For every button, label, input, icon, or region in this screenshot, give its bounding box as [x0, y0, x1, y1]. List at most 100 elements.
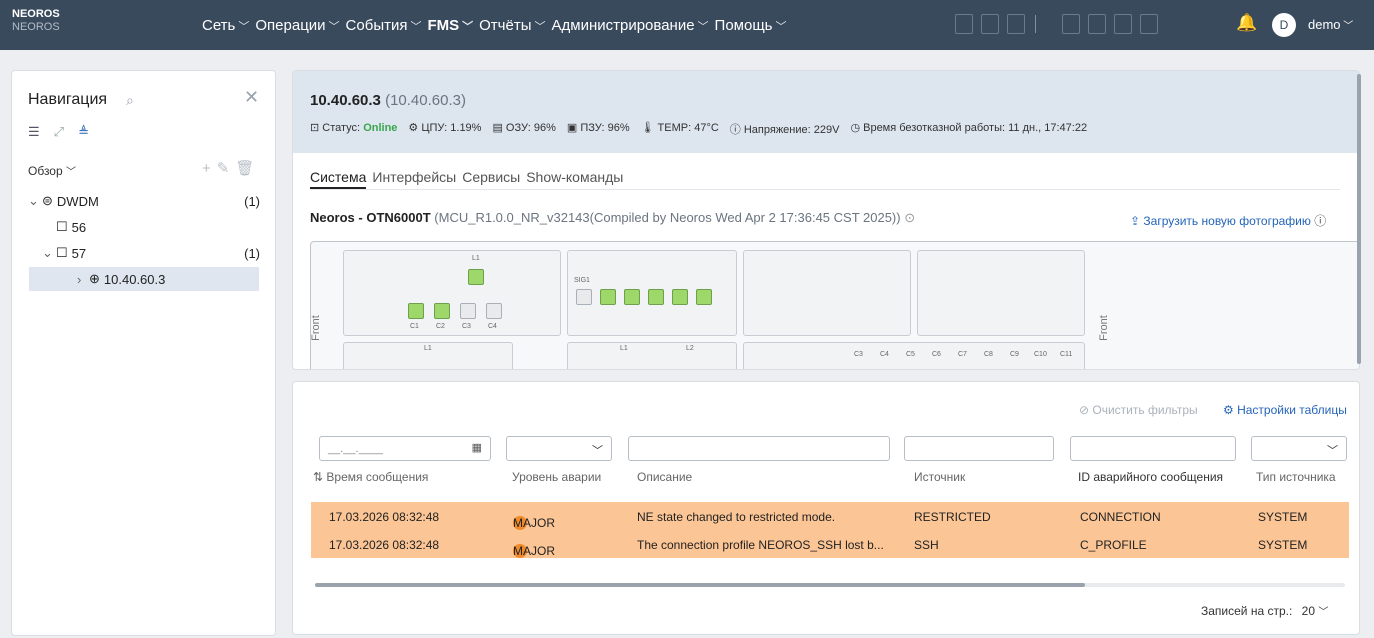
source-filter-input[interactable]: [904, 436, 1054, 461]
device-model: Neoros - OTN6000T (MCU_R1.0.0_NR_v32143(…: [310, 210, 916, 225]
menu-fms[interactable]: FMS ﹀: [427, 17, 473, 34]
map-icon[interactable]: [981, 14, 999, 34]
port-c3[interactable]: [460, 303, 476, 319]
col-header-source-type[interactable]: Тип источника: [1256, 470, 1336, 484]
delete-icon[interactable]: 🗑: [235, 160, 260, 177]
user-menu[interactable]: demo ﹀: [1308, 17, 1353, 32]
port-label: C2: [436, 323, 445, 330]
menu-operations[interactable]: Операции ﹀: [255, 17, 339, 34]
chevron-down-icon: ﹀: [238, 20, 250, 33]
port-c2[interactable]: [434, 303, 450, 319]
topology-icon[interactable]: [1062, 14, 1080, 34]
port-a2[interactable]: [672, 289, 688, 305]
slot-card-3[interactable]: L1: [343, 342, 513, 369]
tree-item-57[interactable]: ⌄ ☐ 57 (1): [28, 241, 260, 265]
col-header-source[interactable]: Источник: [914, 470, 965, 484]
per-page-value: 20: [1301, 604, 1316, 618]
rows-per-page[interactable]: Записей на стр.: 20 ﹀: [1201, 603, 1328, 618]
alarms-panel: ⊘ Очистить фильтры ⚙ Настройки таблицы _…: [292, 381, 1360, 635]
chevron-right-icon[interactable]: ›: [77, 272, 89, 287]
menu-admin[interactable]: Администрирование ﹀: [552, 17, 709, 34]
brand-logo[interactable]: NEOROS NEOROS: [12, 8, 60, 34]
list-view-icon[interactable]: ☰: [28, 124, 40, 140]
menu-events[interactable]: События ﹀: [346, 17, 422, 34]
search-icon[interactable]: ⌕: [126, 92, 134, 109]
port-b2[interactable]: [696, 289, 712, 305]
vertical-scrollbar[interactable]: [1357, 74, 1361, 364]
col-header-description[interactable]: Описание: [637, 470, 692, 484]
menu-network[interactable]: Сеть ﹀: [202, 17, 249, 34]
stat-voltage: ⓘ Напряжение: 229V: [729, 124, 840, 136]
slot-card-2[interactable]: SIG1: [567, 250, 737, 336]
table-row[interactable]: 17.03.2026 08:32:48 MAJOR The connection…: [311, 530, 1349, 558]
col-header-time[interactable]: ⇅ Время сообщения: [313, 470, 428, 484]
tab-services[interactable]: Сервисы: [462, 169, 520, 189]
overview-dropdown[interactable]: Обзор ﹀: [28, 163, 76, 178]
inventory-icon[interactable]: [1114, 14, 1132, 34]
port-label: C11: [1060, 351, 1073, 358]
chevron-down-icon[interactable]: ⌄: [42, 245, 56, 261]
col-header-alarm-id[interactable]: ID аварийного сообщения: [1078, 470, 1223, 484]
chevron-down-icon[interactable]: ⌄: [28, 193, 42, 209]
camera-icon[interactable]: ⊙: [904, 210, 915, 225]
slot-empty-2[interactable]: [917, 250, 1085, 336]
tab-show-commands[interactable]: Show-команды: [526, 169, 623, 189]
tree-item-56[interactable]: ☐ 56: [28, 215, 260, 239]
alarm-id-filter-input[interactable]: [1070, 436, 1236, 461]
tab-interfaces[interactable]: Интерфейсы: [372, 169, 456, 189]
folder-icon: ☐: [56, 219, 68, 234]
upload-photo-link[interactable]: ⇪ Загрузить новую фотографию ⓘ: [1130, 212, 1326, 229]
port-b1[interactable]: [624, 289, 640, 305]
folder-icon: ☐: [56, 245, 68, 260]
calendar-icon[interactable]: ▦: [472, 441, 482, 454]
port-label: C7: [958, 351, 967, 358]
sort-icon[interactable]: ⇅: [313, 470, 326, 484]
tree-item-dwdm[interactable]: ⌄ ⊜ DWDM (1): [28, 189, 260, 213]
port-sig1[interactable]: [576, 289, 592, 305]
align-icon[interactable]: ≜: [78, 124, 89, 140]
tree-item-label: 10.40.60.3: [103, 271, 166, 287]
date-filter-input[interactable]: __.__.____ ▦: [319, 436, 491, 461]
add-icon[interactable]: +: [202, 160, 217, 177]
alarm-icon[interactable]: [1007, 14, 1025, 34]
slot-card-1[interactable]: L1 C1 C2 C3 C4: [343, 250, 561, 336]
edit-icon[interactable]: ✎: [217, 160, 236, 177]
port-sig2[interactable]: [648, 289, 664, 305]
source-type-filter-select[interactable]: ﹀: [1251, 436, 1347, 461]
port-a1[interactable]: [600, 289, 616, 305]
description-filter-input[interactable]: [628, 436, 890, 461]
port-l1[interactable]: [468, 269, 484, 285]
clear-filters-button[interactable]: ⊘ Очистить фильтры: [1079, 403, 1198, 417]
cell-description: NE state changed to restricted mode.: [637, 510, 836, 524]
menu-help[interactable]: Помощь ﹀: [715, 17, 787, 34]
list-icon[interactable]: [1088, 14, 1106, 34]
device-icon: ⊕: [89, 271, 100, 286]
horizontal-scrollbar-thumb[interactable]: [315, 583, 1085, 587]
layout-icon[interactable]: [955, 14, 973, 34]
help-icon[interactable]: ⓘ: [1314, 214, 1326, 228]
port-label: C3: [462, 323, 471, 330]
col-header-level[interactable]: Уровень аварии: [512, 470, 601, 484]
chart-icon[interactable]: [1140, 14, 1158, 34]
slot-card-5[interactable]: C3 C4 C5 C6 C7 C8 C9 C10 C11: [743, 342, 1085, 369]
collapse-icon[interactable]: ⤢: [54, 124, 64, 140]
port-label: C1: [410, 323, 419, 330]
port-label: C9: [1010, 351, 1019, 358]
tree-item-device[interactable]: › ⊕ 10.40.60.3: [29, 267, 259, 291]
table-settings-button[interactable]: ⚙ Настройки таблицы: [1223, 403, 1347, 417]
port-c1[interactable]: [408, 303, 424, 319]
avatar[interactable]: D: [1272, 13, 1296, 37]
port-label: C8: [984, 351, 993, 358]
bell-icon[interactable]: 🔔: [1236, 13, 1257, 33]
chevron-down-icon: ﹀: [462, 20, 474, 33]
chevron-down-icon: ﹀: [775, 20, 787, 33]
port-c4[interactable]: [486, 303, 502, 319]
level-filter-select[interactable]: ﹀: [506, 436, 612, 461]
table-row[interactable]: 17.03.2026 08:32:48 MAJOR NE state chang…: [311, 502, 1349, 530]
tab-system[interactable]: Система: [310, 169, 367, 189]
menu-reports[interactable]: Отчёты ﹀: [479, 17, 545, 34]
chassis-view: Front L1 C1 C2 C3 C4 SIG1 Front L1 L1 L2…: [310, 241, 1359, 369]
slot-empty-1[interactable]: [743, 250, 911, 336]
close-icon[interactable]: ✕: [244, 87, 259, 108]
slot-card-4[interactable]: L1 L2: [567, 342, 737, 369]
